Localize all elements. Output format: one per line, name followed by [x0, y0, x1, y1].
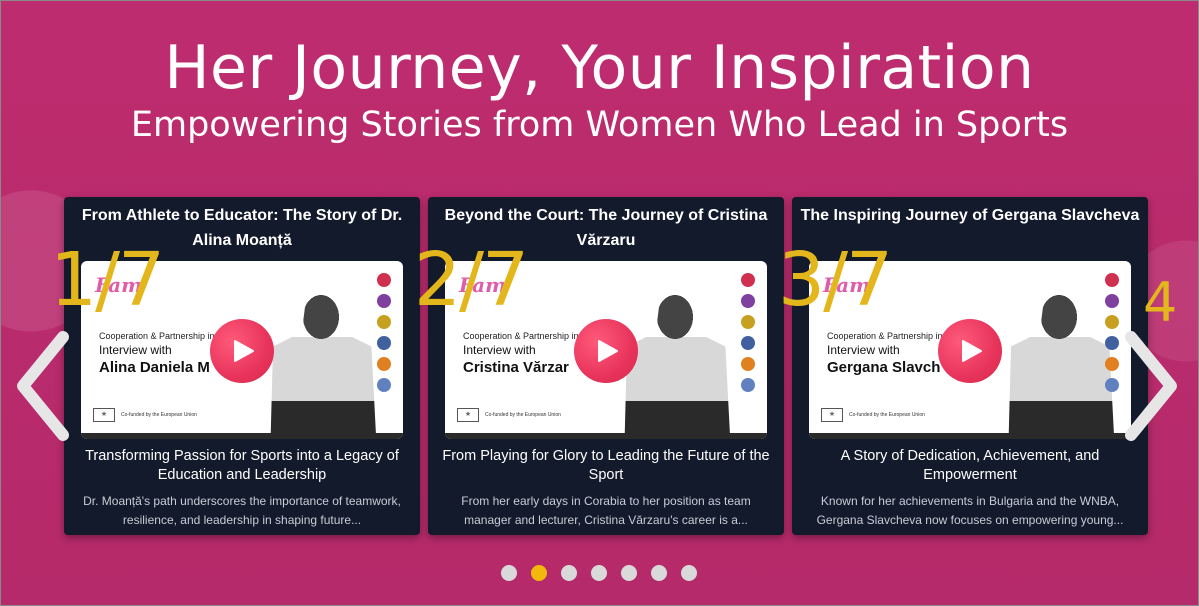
- card-title: Beyond the Court: The Journey of Cristin…: [444, 207, 768, 249]
- card-heading: Transforming Passion for Sports into a L…: [85, 448, 399, 483]
- pagination-dot-1[interactable]: [501, 565, 517, 581]
- card-heading: A Story of Dedication, Achievement, and …: [840, 448, 1100, 483]
- card-title: The Inspiring Journey of Gergana Slavche…: [800, 207, 1140, 224]
- fam-logo: Fam: [95, 273, 143, 297]
- pagination-dot-4[interactable]: [591, 565, 607, 581]
- fam-logo: Fam: [459, 273, 507, 297]
- pagination-dot-6[interactable]: [651, 565, 667, 581]
- eu-flag-icon: ★: [821, 408, 843, 422]
- carousel-section: Her Journey, Your Inspiration Empowering…: [0, 0, 1199, 606]
- athlete-photo: [270, 275, 377, 439]
- video-progress-strip: [81, 433, 403, 439]
- chevron-left-icon: [17, 331, 69, 441]
- card-description: From her early days in Corabia to her po…: [461, 494, 751, 527]
- partner-logos: [373, 273, 395, 392]
- pagination-dot-3[interactable]: [561, 565, 577, 581]
- pagination-dot-5[interactable]: [621, 565, 637, 581]
- thumb-interview-label: Interview with: [827, 343, 900, 357]
- card-heading: From Playing for Glory to Leading the Fu…: [442, 448, 770, 483]
- story-card-2[interactable]: Beyond the Court: The Journey of Cristin…: [414, 197, 784, 535]
- story-card-3[interactable]: The Inspiring Journey of Gergana Slavche…: [778, 197, 1148, 535]
- story-card-1[interactable]: From Athlete to Educator: The Story of D…: [50, 197, 420, 535]
- video-progress-strip: [809, 433, 1131, 439]
- video-progress-strip: [445, 433, 767, 439]
- pagination-dots: [501, 565, 697, 581]
- eu-cofunded-badge: ★ Co-funded by the European Union: [821, 408, 925, 422]
- page-title: Her Journey, Your Inspiration: [164, 33, 1035, 103]
- next-slide-button[interactable]: [1121, 331, 1181, 441]
- next-slide-counter-peek: 4: [1143, 271, 1178, 334]
- pagination-dot-2[interactable]: [531, 565, 547, 581]
- partner-logos: [737, 273, 759, 392]
- card-description: Dr. Moanță's path underscores the import…: [83, 494, 401, 527]
- play-icon[interactable]: [938, 319, 1002, 383]
- thumb-interview-label: Interview with: [99, 343, 172, 357]
- page-subtitle: Empowering Stories from Women Who Lead i…: [130, 105, 1069, 145]
- play-icon[interactable]: [210, 319, 274, 383]
- thumb-coop-text: Cooperation & Partnership in Sp: [463, 331, 593, 341]
- eu-cofunded-badge: ★ Co-funded by the European Union: [457, 408, 561, 422]
- card-description: Known for her achievements in Bulgaria a…: [816, 494, 1124, 527]
- play-icon[interactable]: [574, 319, 638, 383]
- eu-flag-icon: ★: [457, 408, 479, 422]
- fam-logo: Fam: [823, 273, 871, 297]
- prev-slide-button[interactable]: [13, 331, 73, 441]
- thumb-coop-text: Cooperation & Partnership in Sp: [99, 331, 229, 341]
- thumb-interview-label: Interview with: [463, 343, 536, 357]
- eu-cofunded-badge: ★ Co-funded by the European Union: [93, 408, 197, 422]
- card-title: From Athlete to Educator: The Story of D…: [81, 207, 403, 249]
- pagination-dot-7[interactable]: [681, 565, 697, 581]
- thumb-coop-text: Cooperation & Partnership in Sp: [827, 331, 957, 341]
- chevron-right-icon: [1125, 331, 1177, 441]
- eu-flag-icon: ★: [93, 408, 115, 422]
- partner-logos: [1101, 273, 1123, 392]
